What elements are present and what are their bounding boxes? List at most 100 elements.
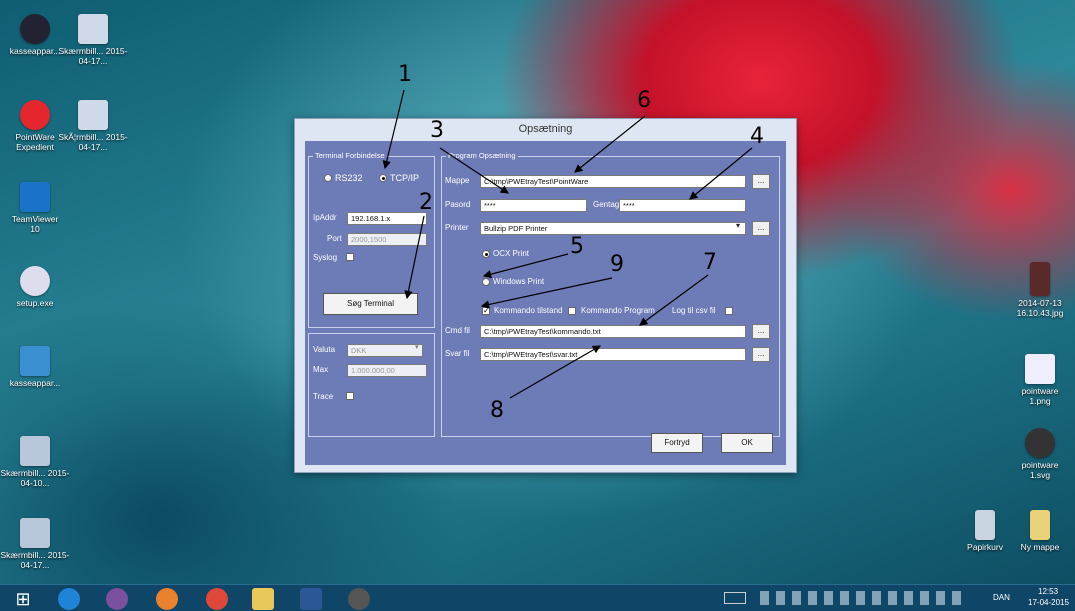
printer-dropdown-icon[interactable]: ▾	[736, 221, 740, 230]
clock-date[interactable]: 17-04-2015	[1028, 598, 1069, 607]
gentag-label: Gentag	[593, 200, 620, 209]
printer-browse-button[interactable]: ...	[752, 221, 770, 236]
dialog-body: Terminal Forbindelse RS232 TCP/IP IpAddr…	[305, 141, 786, 465]
port-label: Port	[327, 234, 342, 243]
kommando-tilstand-label: Kommando tilstand	[494, 306, 563, 315]
syslog-checkbox[interactable]	[346, 253, 354, 261]
desktop-icon-screenshot-2[interactable]: SkÃ¦rmbill... 2015-04-17...	[58, 100, 128, 152]
port-input[interactable]: 2000,1500	[347, 233, 427, 246]
cmd-browse-button[interactable]: ...	[752, 324, 770, 339]
desktop-icon-pointware-svg[interactable]: pointware 1.svg	[1005, 428, 1075, 480]
kasseapparat-shortcut-icon	[20, 14, 50, 44]
annotation-3: 3	[430, 118, 444, 143]
desktop-icon-pointware-png[interactable]: pointware 1.png	[1005, 354, 1075, 406]
svar-input[interactable]: C:\tmp\PWEtrayTest\svar.txt	[480, 348, 746, 361]
annotation-2: 2	[419, 190, 433, 215]
trace-label: Trace	[313, 392, 334, 401]
inkscape-icon[interactable]	[348, 588, 370, 610]
log-csv-label: Log til csv fil	[672, 306, 716, 315]
max-input[interactable]: 1.000.000,00	[347, 364, 427, 377]
annotation-1: 1	[398, 62, 412, 87]
desktop-icon-new-folder[interactable]: Ny mappe	[1005, 510, 1075, 552]
kommando-tilstand-checkbox[interactable]: ✓	[482, 307, 490, 315]
fortryd-button[interactable]: Fortryd	[651, 433, 703, 453]
ipaddr-input[interactable]: 192.168.1.x	[347, 212, 427, 225]
svar-label: Svar fil	[445, 349, 470, 358]
printer-select[interactable]: Bullzip PDF Printer	[480, 222, 746, 235]
desktop-icon-screenshot-3[interactable]: Skærmbill... 2015-04-10...	[0, 436, 70, 488]
svar-browse-button[interactable]: ...	[752, 347, 770, 362]
program-group-label: Program Opsætning	[446, 151, 518, 160]
ipaddr-label: IpAddr	[313, 213, 337, 222]
terminal-group: Terminal Forbindelse RS232 TCP/IP IpAddr…	[308, 151, 435, 328]
annotation-7: 7	[703, 250, 717, 275]
keyboard-icon[interactable]	[724, 592, 746, 604]
gentag-input[interactable]: ****	[619, 199, 746, 212]
mappe-label: Mappe	[445, 176, 470, 185]
printer-label: Printer	[445, 223, 469, 232]
annotation-6: 6	[637, 88, 651, 113]
file-explorer-icon[interactable]	[252, 588, 274, 610]
screenshot-file-icon	[78, 14, 108, 44]
pasord-input[interactable]: ****	[480, 199, 587, 212]
kasseapparat-folder-icon	[20, 346, 50, 376]
rs232-label: RS232	[335, 173, 363, 183]
kommando-program-checkbox[interactable]	[568, 307, 576, 315]
firefox-icon[interactable]	[156, 588, 178, 610]
annotation-8: 8	[490, 398, 504, 423]
chrome-icon[interactable]	[206, 588, 228, 610]
ocx-print-radio[interactable]	[482, 250, 490, 258]
screenshot-file-icon-2	[78, 100, 108, 130]
mappe-input[interactable]: C:\tmp\PWEtrayTest\PointWare	[480, 175, 746, 188]
tcpip-radio[interactable]	[379, 174, 387, 182]
pointware-expedient-icon	[20, 100, 50, 130]
dialog-title: Opsætning	[518, 123, 573, 135]
log-csv-checkbox[interactable]	[725, 307, 733, 315]
ocx-print-label: OCX Print	[493, 249, 530, 258]
screenshot-file-icon-4	[20, 518, 50, 548]
pasord-label: Pasord	[445, 200, 471, 209]
pointware-png-icon	[1025, 354, 1055, 384]
rs232-radio[interactable]	[324, 174, 332, 182]
taskbar: ⊞ DAN 12:53 17-04-2015	[0, 584, 1075, 611]
valuta-select[interactable]: DKK	[347, 344, 423, 357]
valuta-dropdown-icon[interactable]: ▾	[415, 343, 419, 351]
viber-icon[interactable]	[106, 588, 128, 610]
annotation-4: 4	[750, 124, 764, 149]
new-folder-icon	[1030, 510, 1050, 540]
search-terminal-button[interactable]: Søg Terminal	[323, 293, 418, 315]
desktop-icon-screenshot-4[interactable]: Skærmbill... 2015-04-17...	[0, 518, 70, 570]
photo-file-icon	[1030, 262, 1050, 296]
tray-icons[interactable]	[760, 591, 968, 605]
windows-print-radio[interactable]	[482, 278, 490, 286]
windows-print-label: Windows Print	[493, 277, 545, 286]
desktop-icon-screenshot-1[interactable]: Skærmbill... 2015-04-17...	[58, 14, 128, 66]
desktop-icon-setup[interactable]: setup.exe	[0, 266, 70, 308]
teamviewer-icon	[20, 182, 50, 212]
program-group: Program Opsætning Mappe C:\tmp\PWEtrayTe…	[441, 151, 780, 437]
setup-dialog: Opsætning Terminal Forbindelse RS232 TCP…	[294, 118, 797, 473]
valuta-label: Valuta	[313, 345, 336, 354]
ok-button[interactable]: OK	[721, 433, 773, 453]
annotation-5: 5	[570, 234, 584, 259]
tcpip-label: TCP/IP	[390, 173, 420, 183]
word-icon[interactable]	[300, 588, 322, 610]
desktop-icon-kasseapparat-folder[interactable]: kasseappar...	[0, 346, 70, 388]
valuta-group: Valuta DKK ▾ Max 1.000.000,00 Trace	[308, 333, 435, 437]
clock-time[interactable]: 12:53	[1038, 587, 1058, 596]
start-windows-icon[interactable]: ⊞	[12, 588, 34, 610]
pointware-svg-icon	[1025, 428, 1055, 458]
annotation-9: 9	[610, 252, 624, 277]
desktop-icon-teamviewer[interactable]: TeamViewer 10	[0, 182, 70, 234]
trace-checkbox[interactable]	[346, 392, 354, 400]
terminal-group-label: Terminal Forbindelse	[313, 151, 387, 160]
max-label: Max	[313, 365, 329, 374]
mappe-browse-button[interactable]: ...	[752, 174, 770, 189]
desktop-icon-photo[interactable]: 2014-07-13 16.10.43.jpg	[1005, 262, 1075, 318]
internet-explorer-icon[interactable]	[58, 588, 80, 610]
setup-exe-icon	[20, 266, 50, 296]
syslog-label: Syslog	[313, 253, 338, 262]
language-indicator[interactable]: DAN	[993, 593, 1010, 602]
cmd-label: Cmd fil	[445, 326, 470, 335]
cmd-input[interactable]: C:\tmp\PWEtrayTest\kommando.txt	[480, 325, 746, 338]
